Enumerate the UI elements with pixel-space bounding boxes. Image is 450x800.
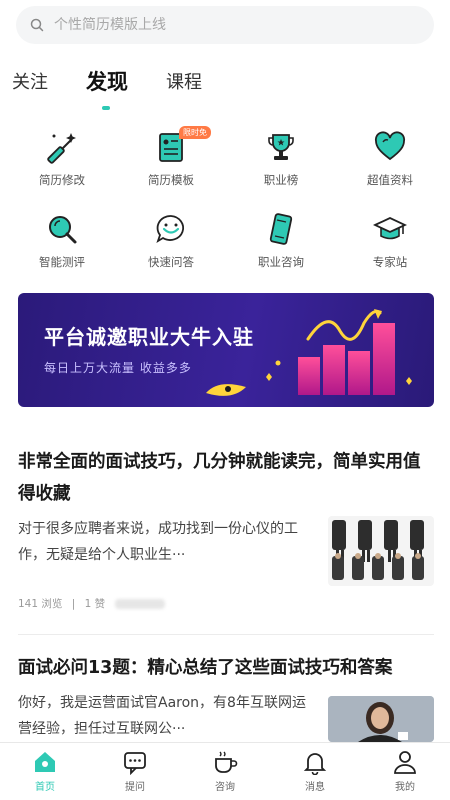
feature-premium-materials[interactable]: 超值资料 [340, 130, 440, 200]
feature-resume-edit[interactable]: 简历修改 [12, 130, 112, 200]
banner-illustration [206, 309, 412, 396]
feature-label: 智能测评 [39, 255, 85, 269]
feature-label: 职业咨询 [258, 255, 304, 269]
blurred-author [114, 599, 165, 609]
bell-icon [303, 753, 327, 775]
search-icon [30, 18, 44, 32]
feature-label: 简历模板 [148, 173, 194, 187]
feature-label: 职业榜 [263, 173, 299, 187]
article-excerpt: 你好，我是运营面试官Aaron，有8年互联网运营经验，担任过互联网公··· [18, 695, 306, 737]
feature-smart-assessment[interactable]: 智能测评 [12, 212, 112, 282]
article-title: 面试必问13题：精心总结了这些面试技巧和答案 [18, 658, 393, 678]
search-bar[interactable] [16, 6, 434, 44]
phone-icon [269, 213, 293, 245]
article-excerpt: 对于很多应聘者来说，成功找到一份心仪的工作，无疑是给个人职业生··· [18, 521, 298, 563]
person-icon [394, 751, 416, 774]
feature-career-ranking[interactable]: 职业榜 [231, 130, 331, 200]
feature-quick-qa[interactable]: 快速问答 [121, 212, 221, 282]
article-title: 非常全面的面试技巧，几分钟就能读完，简单实用值得收藏 [18, 452, 421, 504]
nav-profile[interactable]: 我的 [360, 749, 450, 793]
feature-career-consulting[interactable]: 职业咨询 [231, 212, 331, 282]
article-card[interactable]: 非常全面的面试技巧，几分钟就能读完，简单实用值得收藏 对于很多应聘者来说，成功找… [18, 446, 434, 626]
feature-expert-station[interactable]: 专家站 [340, 212, 440, 282]
feature-label: 简历修改 [39, 173, 85, 187]
article-thumbnail [328, 516, 434, 586]
view-count: 141 浏览 [18, 598, 63, 610]
feature-resume-template[interactable]: 限时免 简历模板 [121, 126, 221, 200]
banner-title: 平台诚邀职业大牛入驻 [44, 325, 254, 349]
tab-follow[interactable]: 关注 [12, 68, 48, 94]
question-bubble-icon [124, 752, 146, 775]
nav-messages[interactable]: 消息 [270, 749, 360, 793]
promo-banner[interactable]: 平台诚邀职业大牛入驻 每日上万大流量 收益多多 [18, 293, 434, 407]
business-people-image [332, 520, 424, 580]
article-card[interactable]: 面试必问13题：精心总结了这些面试技巧和答案 你好，我是运营面试官Aaron，有… [18, 652, 434, 742]
article-meta: 141 浏览 | 1 赞 [18, 596, 165, 611]
divider [18, 634, 434, 635]
chat-icon [156, 215, 184, 244]
magic-wand-icon [47, 133, 76, 164]
meta-separator: | [71, 598, 76, 610]
feature-label: 超值资料 [367, 173, 413, 187]
feature-badge: 限时免 [179, 126, 211, 139]
article-thumbnail [328, 696, 434, 742]
trophy-icon [268, 134, 294, 160]
home-icon [35, 752, 55, 772]
tab-discover[interactable]: 发现 [86, 66, 128, 96]
banner-subtitle: 每日上万大流量 收益多多 [44, 361, 192, 375]
nav-label: 提问 [125, 782, 145, 793]
tab-active-indicator [102, 106, 110, 110]
top-tabs: 关注 发现 课程 [0, 62, 450, 112]
nav-home[interactable]: 首页 [0, 749, 90, 793]
nav-label: 我的 [395, 782, 415, 793]
feature-label: 专家站 [372, 255, 408, 269]
tab-courses[interactable]: 课程 [166, 68, 202, 94]
magnifier-icon [49, 216, 77, 244]
nav-ask[interactable]: 提问 [90, 749, 180, 793]
like-count: 1 赞 [84, 598, 106, 610]
coffee-cup-icon [215, 751, 238, 773]
nav-consult[interactable]: 咨询 [180, 749, 270, 793]
bottom-navigation: 首页 提问 咨询 消息 我的 [0, 742, 450, 800]
search-input[interactable] [54, 17, 394, 33]
nav-label: 消息 [305, 782, 325, 793]
interviewer-photo [328, 696, 434, 742]
nav-label: 首页 [35, 782, 55, 793]
feature-label: 快速问答 [148, 255, 194, 269]
graduation-cap-icon [373, 217, 407, 240]
heart-icon [374, 131, 406, 161]
nav-label: 咨询 [215, 782, 235, 793]
